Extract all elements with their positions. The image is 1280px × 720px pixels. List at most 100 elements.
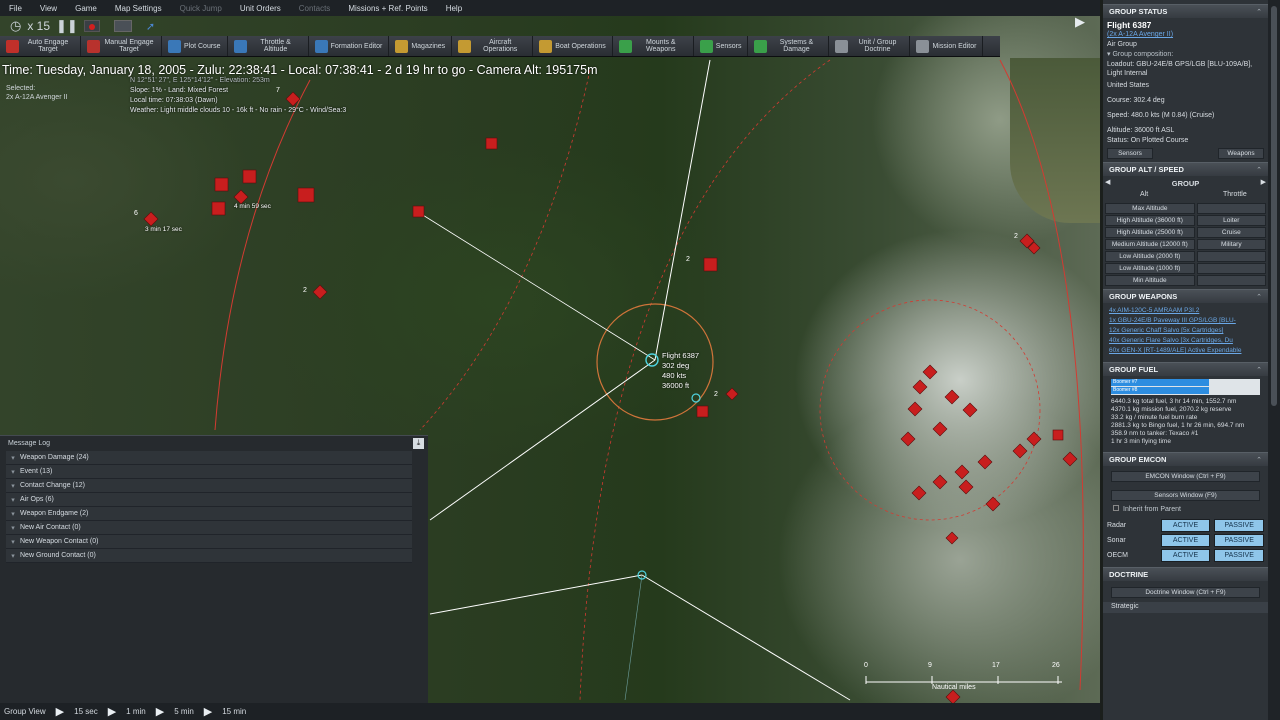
emcon-window-button[interactable]: EMCON Window (Ctrl + F9) <box>1111 471 1260 482</box>
toolbar-button-6[interactable]: Aircraft Operations <box>452 36 534 56</box>
pause-icon[interactable]: ❚❚ <box>56 18 78 34</box>
toolbar-button-7[interactable]: Boat Operations <box>533 36 613 56</box>
toolbar-button-4[interactable]: Formation Editor <box>309 36 390 56</box>
checkbox-icon[interactable] <box>1113 505 1119 511</box>
sensors-window-button[interactable]: Sensors Window (F9) <box>1111 490 1260 501</box>
toolbar-button-1[interactable]: Manual Engage Target <box>81 36 162 56</box>
emcon-passive-toggle[interactable]: PASSIVE <box>1214 519 1264 532</box>
throttle-option-button[interactable] <box>1196 203 1266 214</box>
message-log-row[interactable]: ▾ Event (13) <box>6 465 412 479</box>
group-status-header[interactable]: GROUP STATUS ⌃ <box>1103 4 1268 18</box>
inherit-parent-checkbox[interactable]: Inherit from Parent <box>1103 505 1268 515</box>
message-log-row[interactable]: ▾ New Ground Contact (0) <box>6 549 412 563</box>
step-15sec[interactable]: 15 sec <box>74 707 98 716</box>
toolbar-button-0[interactable]: Auto Engage Target <box>0 36 81 56</box>
step-5min[interactable]: 5 min <box>174 707 194 716</box>
time-compression[interactable]: x 15 <box>27 19 50 33</box>
step-15min[interactable]: 15 min <box>222 707 246 716</box>
chevron-down-icon[interactable]: ▾ <box>6 538 20 546</box>
altitude-option-button[interactable]: Max Altitude <box>1105 203 1195 214</box>
doctrine-header[interactable]: DOCTRINE <box>1103 567 1268 581</box>
collapse-icon[interactable]: ⌃ <box>1256 366 1262 374</box>
toolbar-button-10[interactable]: Systems & Damage <box>748 36 830 56</box>
weapon-link[interactable]: 1x GBU-24E/B Paveway III GPS/LGB [BLU- <box>1109 316 1262 326</box>
menu-view[interactable]: View <box>31 4 66 13</box>
menu-help[interactable]: Help <box>437 4 471 13</box>
collapse-icon[interactable]: ⌃ <box>1256 456 1262 464</box>
menu-contacts[interactable]: Contacts <box>290 4 340 13</box>
toolbar-button-3[interactable]: Throttle & Altitude <box>228 36 309 56</box>
message-log-row[interactable]: ▾ New Air Contact (0) <box>6 521 412 535</box>
record-button[interactable] <box>83 20 100 32</box>
emcon-passive-toggle[interactable]: PASSIVE <box>1214 534 1264 547</box>
throttle-option-button[interactable]: Loiter <box>1196 215 1266 226</box>
emcon-active-toggle[interactable]: ACTIVE <box>1160 519 1211 532</box>
toolbar-button-5[interactable]: Magazines <box>389 36 453 56</box>
group-composition[interactable]: ▾ Group composition: <box>1103 50 1268 60</box>
menu-quick-jump[interactable]: Quick Jump <box>171 4 231 13</box>
chevron-down-icon[interactable]: ▾ <box>6 482 20 490</box>
weapon-link[interactable]: 4x AIM-120C-5 AMRAAM P3I.2 <box>1109 306 1262 316</box>
menu-map-settings[interactable]: Map Settings <box>106 4 171 13</box>
altitude-option-button[interactable]: Low Altitude (1000 ft) <box>1105 263 1195 274</box>
weapons-button[interactable]: Weapons <box>1218 148 1264 159</box>
throttle-option-button[interactable] <box>1196 275 1266 286</box>
group-type-link[interactable]: (2x A-12A Avenger II) <box>1103 30 1268 40</box>
weapon-link[interactable]: 40x Generic Flare Salvo [3x Cartridges, … <box>1109 336 1262 346</box>
dock-icon[interactable]: ⤓ <box>413 438 424 449</box>
emcon-active-toggle[interactable]: ACTIVE <box>1160 549 1211 562</box>
group-weapons-header[interactable]: GROUP WEAPONS ⌃ <box>1103 289 1268 303</box>
emcon-active-toggle[interactable]: ACTIVE <box>1160 534 1211 547</box>
altitude-option-button[interactable]: Medium Altitude (12000 ft) <box>1105 239 1195 250</box>
chevron-down-icon[interactable]: ▾ <box>6 510 20 518</box>
throttle-option-button[interactable]: Military <box>1196 239 1266 250</box>
chevron-down-icon[interactable]: ▾ <box>6 454 20 462</box>
chevron-down-icon[interactable]: ▾ <box>6 552 20 560</box>
altitude-option-button[interactable]: Min Altitude <box>1105 275 1195 286</box>
doctrine-window-button[interactable]: Doctrine Window (Ctrl + F9) <box>1111 587 1260 598</box>
group-fuel-header[interactable]: GROUP FUEL ⌃ <box>1103 362 1268 376</box>
emcon-passive-toggle[interactable]: PASSIVE <box>1214 549 1264 562</box>
menu-unit-orders[interactable]: Unit Orders <box>231 4 290 13</box>
group-alt-speed-header[interactable]: GROUP ALT / SPEED ⌃ <box>1103 162 1268 176</box>
expand-arrow-icon[interactable]: ▶ <box>1075 14 1085 30</box>
collapse-icon[interactable]: ⌃ <box>1256 166 1262 174</box>
scene-icon[interactable] <box>113 20 132 32</box>
message-log-row[interactable]: ▾ New Weapon Contact (0) <box>6 535 412 549</box>
scroll-thumb[interactable] <box>1271 6 1277 406</box>
group-emcon-header[interactable]: GROUP EMCON ⌃ <box>1103 452 1268 466</box>
play-icon[interactable]: ▶ <box>204 705 212 718</box>
chevron-down-icon[interactable]: ▾ <box>6 524 20 532</box>
throttle-option-button[interactable] <box>1196 263 1266 274</box>
throttle-option-button[interactable] <box>1196 251 1266 262</box>
toolbar-button-2[interactable]: Plot Course <box>162 36 228 56</box>
menu-file[interactable]: File <box>0 4 31 13</box>
toolbar-button-12[interactable]: Mission Editor <box>910 36 984 56</box>
collapse-icon[interactable]: ⌃ <box>1256 8 1262 16</box>
play-icon[interactable]: ▶ <box>108 705 116 718</box>
flight-label[interactable]: Flight 6387 302 deg 480 kts 36000 ft <box>662 351 699 391</box>
toolbar-button-8[interactable]: Mounts & Weapons <box>613 36 694 56</box>
toolbar-button-11[interactable]: Unit / Group Doctrine <box>829 36 911 56</box>
play-icon[interactable]: ▶ <box>156 705 164 718</box>
altitude-option-button[interactable]: High Altitude (25000 ft) <box>1105 227 1195 238</box>
sensors-button[interactable]: Sensors <box>1107 148 1153 159</box>
message-log-row[interactable]: ▾ Contact Change (12) <box>6 479 412 493</box>
message-log-row[interactable]: ▾ Weapon Damage (24) <box>6 451 412 465</box>
altitude-option-button[interactable]: High Altitude (36000 ft) <box>1105 215 1195 226</box>
altitude-option-button[interactable]: Low Altitude (2000 ft) <box>1105 251 1195 262</box>
message-log-row[interactable]: ▾ Weapon Endgame (2) <box>6 507 412 521</box>
toolbar-button-9[interactable]: Sensors <box>694 36 749 56</box>
play-icon[interactable]: ▶ <box>56 705 64 718</box>
chevron-down-icon[interactable]: ▾ <box>6 496 20 504</box>
message-log-row[interactable]: ▾ Air Ops (6) <box>6 493 412 507</box>
step-1min[interactable]: 1 min <box>126 707 146 716</box>
weapon-link[interactable]: 60x GEN-X [RT-1489/ALE] Active Expendabl… <box>1109 346 1262 356</box>
prev-arrow-icon[interactable]: ◀ <box>1105 178 1110 186</box>
weapon-link[interactable]: 12x Generic Chaff Salvo [5x Cartridges] <box>1109 326 1262 336</box>
chevron-down-icon[interactable]: ▾ <box>6 468 20 476</box>
menu-missions[interactable]: Missions + Ref. Points <box>339 4 436 13</box>
throttle-option-button[interactable]: Cruise <box>1196 227 1266 238</box>
pointer-icon[interactable]: ➚ <box>146 20 155 33</box>
menu-game[interactable]: Game <box>66 4 106 13</box>
